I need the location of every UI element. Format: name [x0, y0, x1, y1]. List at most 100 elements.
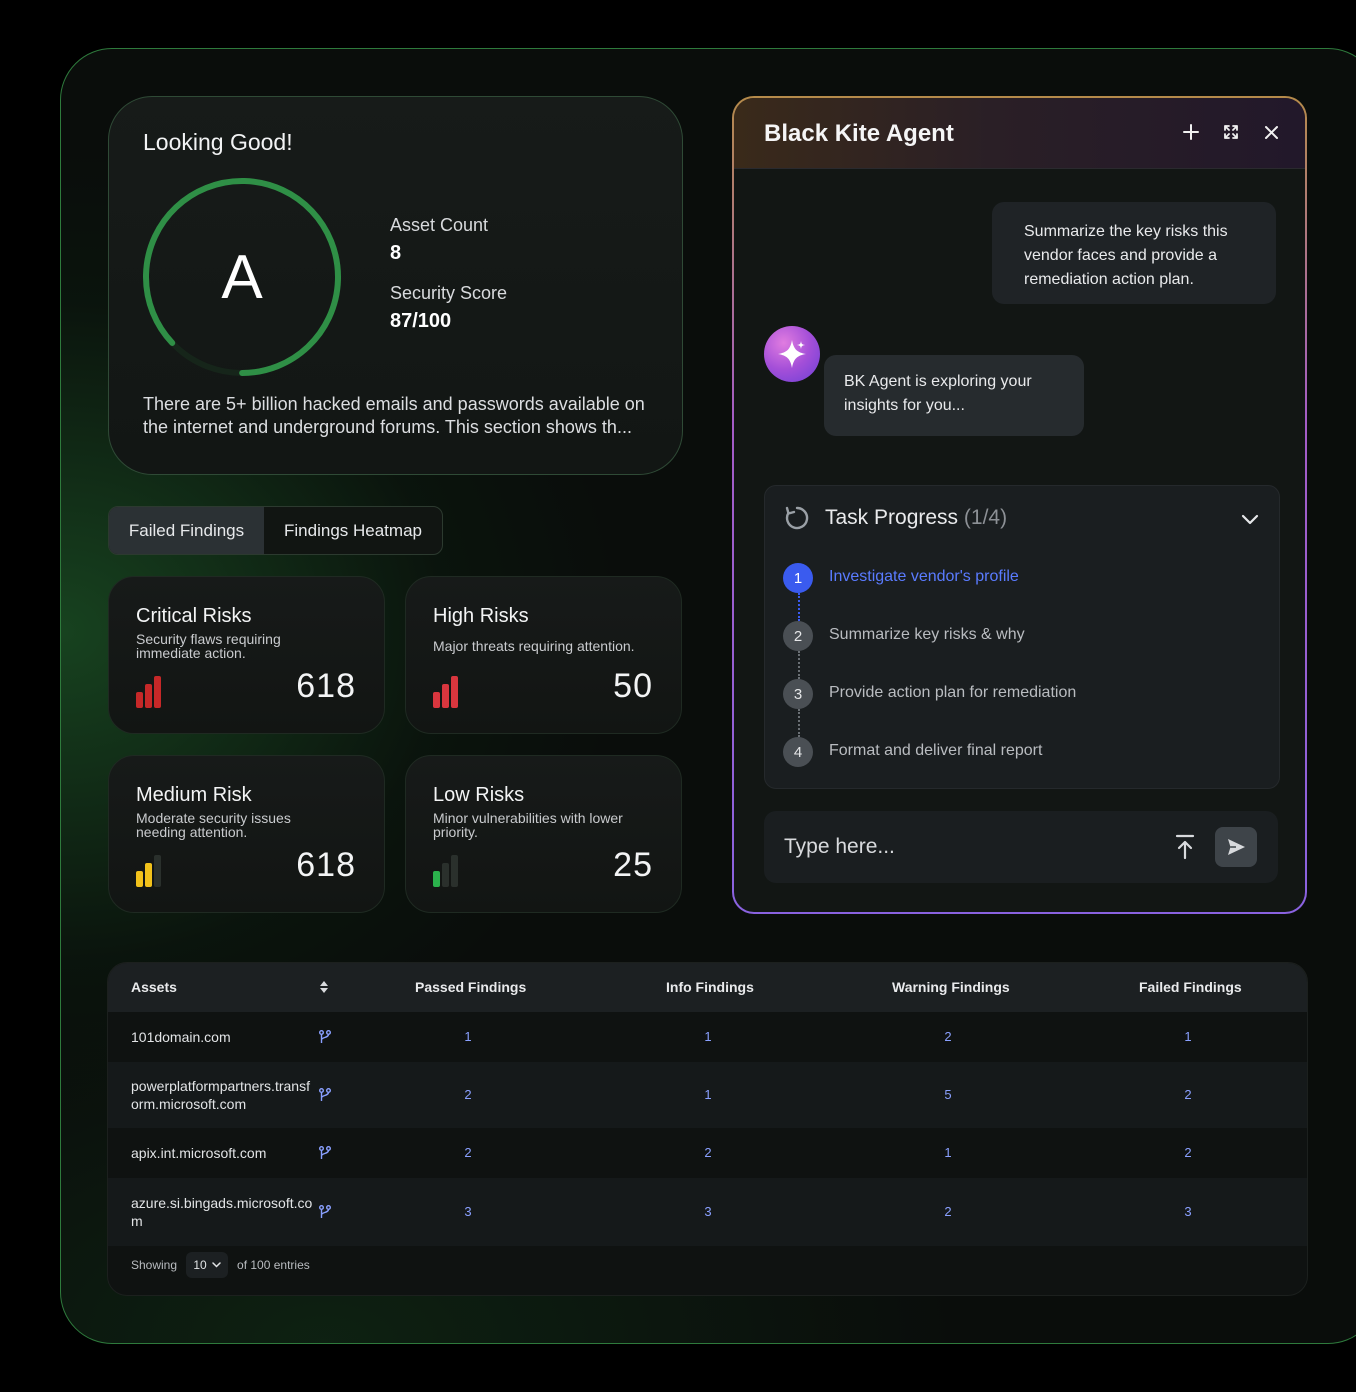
warning-count: 2: [944, 1204, 952, 1219]
assets-table: Assets Passed Findings Info Findings War…: [107, 962, 1308, 1296]
risk-card-low[interactable]: Low Risks Minor vulnerabilities with low…: [405, 755, 682, 913]
step-text: Investigate vendor's profile: [829, 568, 1019, 585]
plus-icon[interactable]: [1179, 120, 1203, 144]
agent-avatar: [764, 326, 820, 382]
task-progress-panel: Task Progress (1/4) 1 Investigate vendor…: [764, 485, 1280, 789]
step-connector: [798, 709, 800, 737]
grade-letter: A: [221, 242, 263, 312]
page-size-value: 10: [193, 1258, 207, 1272]
task-step-1[interactable]: 1 Investigate vendor's profile: [783, 563, 1223, 593]
step-text: Format and deliver final report: [829, 742, 1043, 759]
risk-title: Critical Risks: [136, 605, 252, 627]
chevron-down-icon: [211, 1262, 221, 1268]
step-text: Provide action plan for remediation: [829, 684, 1077, 701]
upload-icon[interactable]: [1172, 833, 1198, 861]
table-row[interactable]: apix.int.microsoft.com 2 2 1 2: [108, 1128, 1307, 1178]
column-header-warning: Warning Findings: [892, 979, 1010, 995]
risk-level-bar: [136, 692, 143, 708]
risk-count: 618: [296, 846, 356, 884]
column-header-failed: Failed Findings: [1139, 979, 1242, 995]
step-number: 4: [783, 737, 813, 767]
branch-icon[interactable]: [318, 1030, 332, 1044]
table-row[interactable]: azure.si.bingads.microsoft.com 3 3 2 3: [108, 1178, 1307, 1246]
findings-tabs: Failed Findings Findings Heatmap: [108, 506, 443, 555]
info-count: 1: [704, 1029, 712, 1044]
task-step-4[interactable]: 4 Format and deliver final report: [783, 737, 1223, 767]
chat-input[interactable]: Type here...: [764, 811, 1278, 883]
tab-failed-findings[interactable]: Failed Findings: [109, 507, 264, 554]
sort-icon[interactable]: [319, 980, 329, 994]
refresh-icon: [785, 506, 809, 530]
risk-level-bar: [154, 676, 161, 708]
risk-level-bar: [433, 692, 440, 708]
asset-name: powerplatformpartners.transform.microsof…: [131, 1078, 310, 1112]
page-size-select[interactable]: 10: [186, 1252, 229, 1278]
passed-count: 2: [464, 1087, 472, 1102]
risk-level-bars-icon: [433, 676, 458, 708]
risk-level-bar: [136, 871, 143, 887]
risk-level-bar: [442, 684, 449, 708]
step-text: Summarize key risks & why: [829, 626, 1025, 643]
tab-findings-heatmap[interactable]: Findings Heatmap: [264, 507, 442, 554]
risk-level-bars-icon: [136, 855, 161, 887]
security-score-label: Security Score: [390, 283, 508, 303]
sparkle-icon: [778, 340, 806, 368]
passed-count: 1: [464, 1029, 472, 1044]
risk-level-bar: [451, 855, 458, 887]
info-count: 3: [704, 1204, 712, 1219]
risk-level-bars-icon: [433, 855, 458, 887]
risk-card-high[interactable]: High Risks Major threats requiring atten…: [405, 576, 682, 734]
security-score-value: 87/100: [390, 310, 452, 332]
risk-subtitle: Moderate security issues needing attenti…: [136, 810, 291, 840]
risk-level-bar: [433, 871, 440, 887]
user-message: Summarize the key risks this vendor face…: [992, 202, 1276, 304]
passed-count: 2: [464, 1145, 472, 1160]
step-number: 2: [783, 621, 813, 651]
table-header: Assets Passed Findings Info Findings War…: [108, 963, 1307, 1012]
info-count: 1: [704, 1087, 712, 1102]
column-header-passed: Passed Findings: [415, 979, 527, 995]
task-progress-label: Task Progress: [825, 506, 959, 529]
risk-title: Medium Risk: [136, 784, 252, 806]
risk-subtitle: Security flaws requiring immediate actio…: [136, 631, 281, 661]
risk-title: Low Risks: [433, 784, 525, 806]
failed-count: 3: [1184, 1204, 1192, 1219]
branch-icon[interactable]: [318, 1146, 332, 1160]
task-step-3[interactable]: 3 Provide action plan for remediation: [783, 679, 1223, 709]
risk-subtitle: Minor vulnerabilities with lower priorit…: [433, 810, 623, 840]
column-header-assets[interactable]: Assets: [131, 979, 177, 995]
task-progress-count: (1/4): [963, 506, 1008, 529]
score-card: Looking Good! A Asset Count 8 Security S…: [108, 96, 683, 475]
score-title: Looking Good!: [143, 129, 293, 155]
agent-message: BK Agent is exploring your insights for …: [824, 355, 1084, 436]
asset-name: apix.int.microsoft.com: [131, 1145, 267, 1161]
step-connector: [798, 593, 800, 621]
task-progress-title: Task Progress (1/4): [825, 506, 1007, 530]
showing-label: Showing: [131, 1258, 178, 1272]
step-number: 3: [783, 679, 813, 709]
total-entries-label: of 100 entries: [237, 1258, 310, 1272]
table-row[interactable]: 101domain.com 1 1 2 1: [108, 1012, 1307, 1062]
close-icon[interactable]: [1259, 120, 1283, 144]
branch-icon[interactable]: [318, 1088, 332, 1102]
send-icon: [1228, 839, 1245, 855]
agent-panel: Black Kite Agent Summarize the key risks…: [732, 96, 1307, 914]
risk-card-critical[interactable]: Critical Risks Security flaws requiring …: [108, 576, 385, 734]
column-header-info: Info Findings: [666, 979, 754, 995]
task-step-2[interactable]: 2 Summarize key risks & why: [783, 621, 1223, 651]
branch-icon[interactable]: [318, 1205, 332, 1219]
risk-card-medium[interactable]: Medium Risk Moderate security issues nee…: [108, 755, 385, 913]
asset-name: 101domain.com: [131, 1029, 231, 1045]
table-row[interactable]: powerplatformpartners.transform.microsof…: [108, 1062, 1307, 1128]
risk-level-bar: [442, 863, 449, 887]
risk-title: High Risks: [433, 605, 529, 627]
risk-level-bar: [145, 684, 152, 708]
step-connector: [798, 651, 800, 679]
warning-count: 2: [944, 1029, 952, 1044]
send-button[interactable]: [1215, 827, 1257, 867]
asset-count-label: Asset Count: [390, 215, 489, 235]
expand-icon[interactable]: [1219, 120, 1243, 144]
chevron-down-icon[interactable]: [1239, 508, 1261, 530]
chat-input-placeholder[interactable]: Type here...: [784, 835, 895, 859]
failed-count: 1: [1184, 1029, 1192, 1044]
